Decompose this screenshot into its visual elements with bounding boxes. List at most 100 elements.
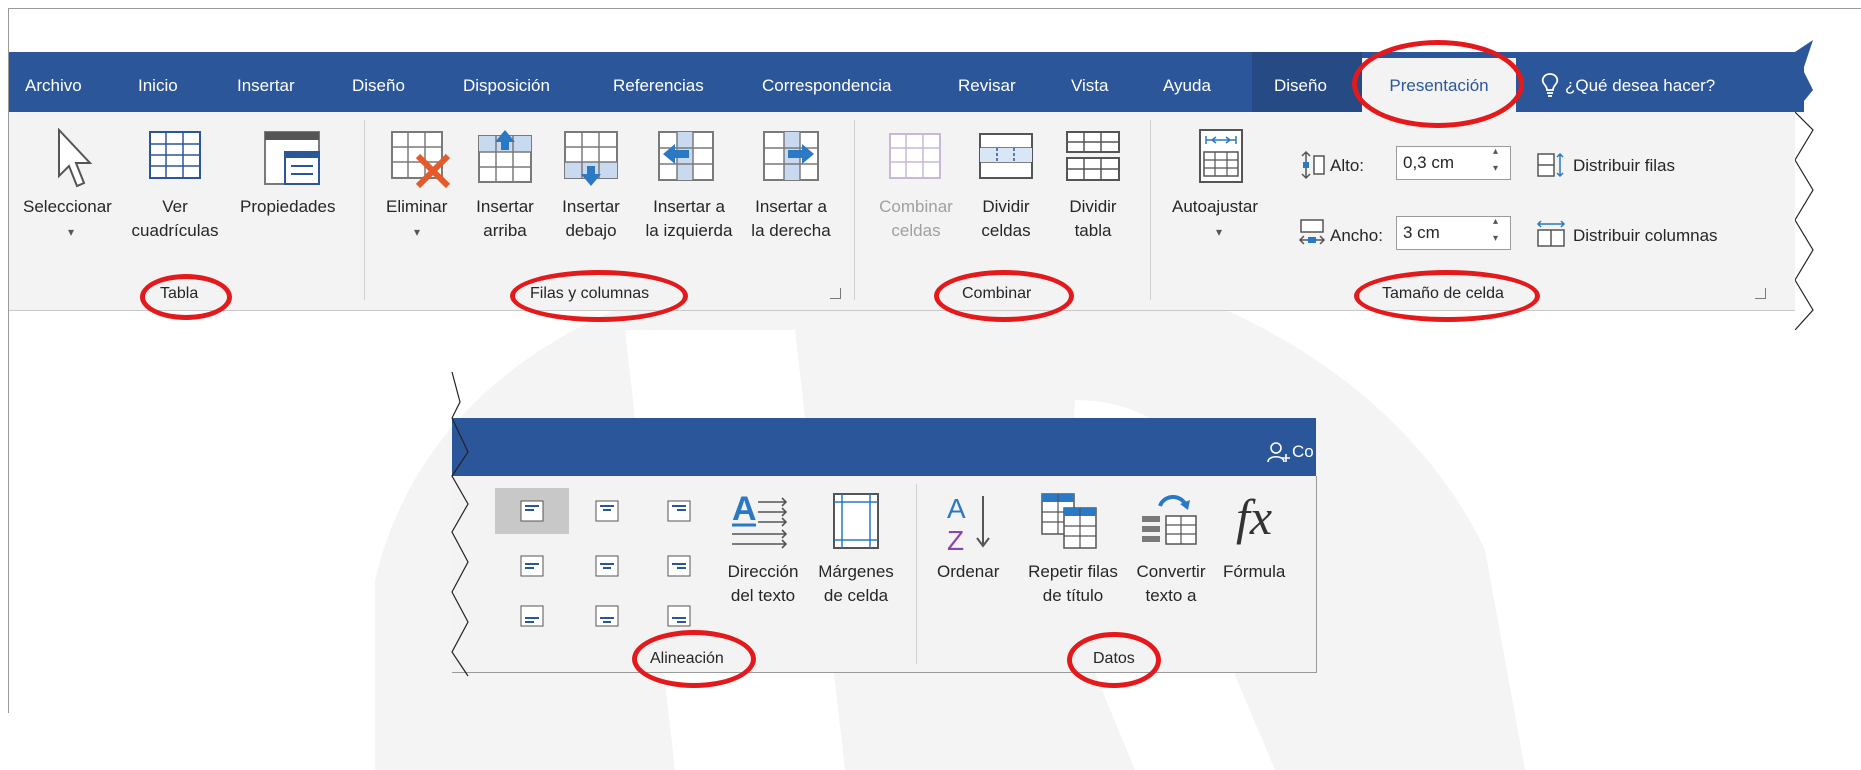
convertir-texto-button[interactable]: Convertir texto a [1128, 560, 1214, 608]
alto-spin-down-icon[interactable]: ▾ [1493, 163, 1498, 174]
align-bottom-left-button[interactable] [520, 605, 544, 631]
align-middle-right-icon [667, 555, 691, 577]
direccion-texto-button[interactable]: Dirección del texto [722, 560, 804, 608]
highlight-datos-label [1067, 632, 1161, 688]
tab-referencias[interactable]: Referencias [613, 58, 704, 114]
eliminar-dropdown-icon[interactable]: ▾ [414, 225, 420, 239]
distribute-columns-icon [1536, 220, 1566, 252]
autoajustar-dropdown-icon[interactable]: ▾ [1216, 225, 1222, 239]
group-separator [364, 120, 365, 300]
split-cells-icon [978, 132, 1034, 184]
highlight-filas-y-columnas-label [510, 270, 688, 322]
insertar-arriba-label-2: arriba [483, 221, 527, 240]
tab-disposicion[interactable]: Disposición [463, 58, 550, 114]
align-middle-left-button[interactable] [520, 555, 544, 581]
filas-dialog-launcher-icon[interactable] [830, 288, 841, 299]
tamano-dialog-launcher-icon[interactable] [1755, 288, 1766, 299]
share-button[interactable]: Co [1292, 424, 1314, 480]
sort-az-icon: AZ [945, 490, 995, 558]
ver-cuadriculas-button[interactable]: Ver cuadrículas [130, 195, 220, 243]
distribuir-filas-button[interactable]: Distribuir filas [1573, 154, 1675, 178]
insertar-izquierda-button[interactable]: Insertar a la izquierda [640, 195, 738, 243]
tab-diseno[interactable]: Diseño [352, 58, 405, 114]
convertir-label-2: texto a [1145, 586, 1197, 605]
insertar-derecha-label-2: la derecha [751, 221, 831, 240]
insertar-arriba-label-1: Insertar [476, 197, 534, 216]
delete-table-icon [390, 130, 452, 192]
highlight-tabla-label [140, 274, 232, 320]
tab-archivo[interactable]: Archivo [25, 58, 82, 114]
align-bottom-center-button[interactable] [595, 605, 619, 631]
tab-revisar[interactable]: Revisar [958, 58, 1016, 114]
align-middle-left-icon [520, 555, 544, 577]
tab-insertar[interactable]: Insertar [237, 58, 295, 114]
dividir-celdas-label-2: celdas [981, 221, 1031, 240]
align-middle-right-button[interactable] [667, 555, 691, 581]
ancho-label: Ancho: [1330, 226, 1383, 245]
autoajustar-button[interactable]: Autoajustar [1172, 195, 1258, 219]
eliminar-button[interactable]: Eliminar [386, 195, 447, 219]
table-properties-icon [263, 130, 323, 192]
alto-spin-up-icon[interactable]: ▴ [1493, 146, 1498, 157]
dividir-celdas-button[interactable]: Dividir celdas [972, 195, 1040, 243]
align-bottom-right-button[interactable] [667, 605, 691, 631]
svg-text:A: A [732, 490, 757, 528]
margenes-label-2: de celda [823, 586, 889, 605]
align-top-right-button[interactable] [667, 500, 691, 526]
tab-ayuda[interactable]: Ayuda [1163, 58, 1211, 114]
alto-label: Alto: [1330, 156, 1365, 175]
direccion-label-2: del texto [730, 586, 796, 605]
dividir-tabla-button[interactable]: Dividir tabla [1060, 195, 1126, 243]
ordenar-button[interactable]: Ordenar [937, 560, 999, 584]
align-top-left-icon [520, 500, 544, 522]
margenes-celda-button[interactable]: Márgenes de celda [812, 560, 900, 608]
repetir-label-1: Repetir filas [1028, 562, 1118, 581]
highlight-tamano-de-celda-label [1354, 270, 1540, 322]
group-separator [916, 484, 917, 664]
highlight-alineacion-label [632, 630, 756, 688]
align-top-center-button[interactable] [595, 500, 619, 526]
split-table-icon [1065, 130, 1121, 186]
tab-correspondencia[interactable]: Correspondencia [762, 58, 891, 114]
repetir-filas-button[interactable]: Repetir filas de título [1018, 560, 1128, 608]
tell-me-search[interactable]: ¿Qué desea hacer? [1565, 58, 1715, 114]
align-top-left-button[interactable] [495, 488, 569, 534]
tab-bar-torn-edge [1795, 40, 1814, 330]
group-separator [1150, 120, 1151, 300]
align-middle-center-button[interactable] [595, 555, 619, 581]
svg-text:Z: Z [947, 525, 964, 554]
formula-button[interactable]: Fórmula [1223, 560, 1285, 584]
svg-text:A: A [947, 493, 966, 524]
propiedades-button[interactable]: Propiedades [240, 195, 335, 219]
align-top-right-icon [667, 500, 691, 522]
tab-inicio[interactable]: Inicio [138, 58, 178, 114]
insertar-debajo-button[interactable]: Insertar debajo [556, 195, 626, 243]
combinar-label-1: Combinar [879, 197, 953, 216]
align-bottom-right-icon [667, 605, 691, 627]
combinar-celdas-button[interactable]: Combinar celdas [872, 195, 960, 243]
seleccionar-button[interactable]: Seleccionar [23, 195, 112, 219]
insert-above-icon [477, 128, 533, 188]
cursor-arrow-icon [55, 127, 95, 194]
person-add-icon [1266, 440, 1290, 468]
dividir-tabla-label-2: tabla [1074, 221, 1112, 240]
align-middle-center-icon [595, 555, 619, 577]
insert-right-icon [762, 130, 820, 186]
tab-diseno-tabla-label: Diseño [1274, 76, 1327, 95]
column-width-icon [1298, 218, 1326, 252]
align-top-center-icon [595, 500, 619, 522]
direccion-label-1: Dirección [727, 562, 799, 581]
repeat-header-rows-icon [1040, 492, 1100, 554]
text-direction-icon: A [730, 490, 792, 556]
insertar-derecha-button[interactable]: Insertar a la derecha [745, 195, 837, 243]
seleccionar-dropdown-icon[interactable]: ▾ [68, 225, 74, 239]
tab-vista[interactable]: Vista [1071, 58, 1109, 114]
ancho-spin-down-icon[interactable]: ▾ [1493, 233, 1498, 244]
svg-text:fx: fx [1236, 489, 1272, 545]
insertar-arriba-button[interactable]: Insertar arriba [470, 195, 540, 243]
ancho-spin-up-icon[interactable]: ▴ [1493, 216, 1498, 227]
insertar-derecha-label-1: Insertar a [755, 197, 827, 216]
distribuir-columnas-button[interactable]: Distribuir columnas [1573, 224, 1718, 248]
align-bottom-center-icon [595, 605, 619, 627]
insert-below-icon [563, 130, 619, 190]
